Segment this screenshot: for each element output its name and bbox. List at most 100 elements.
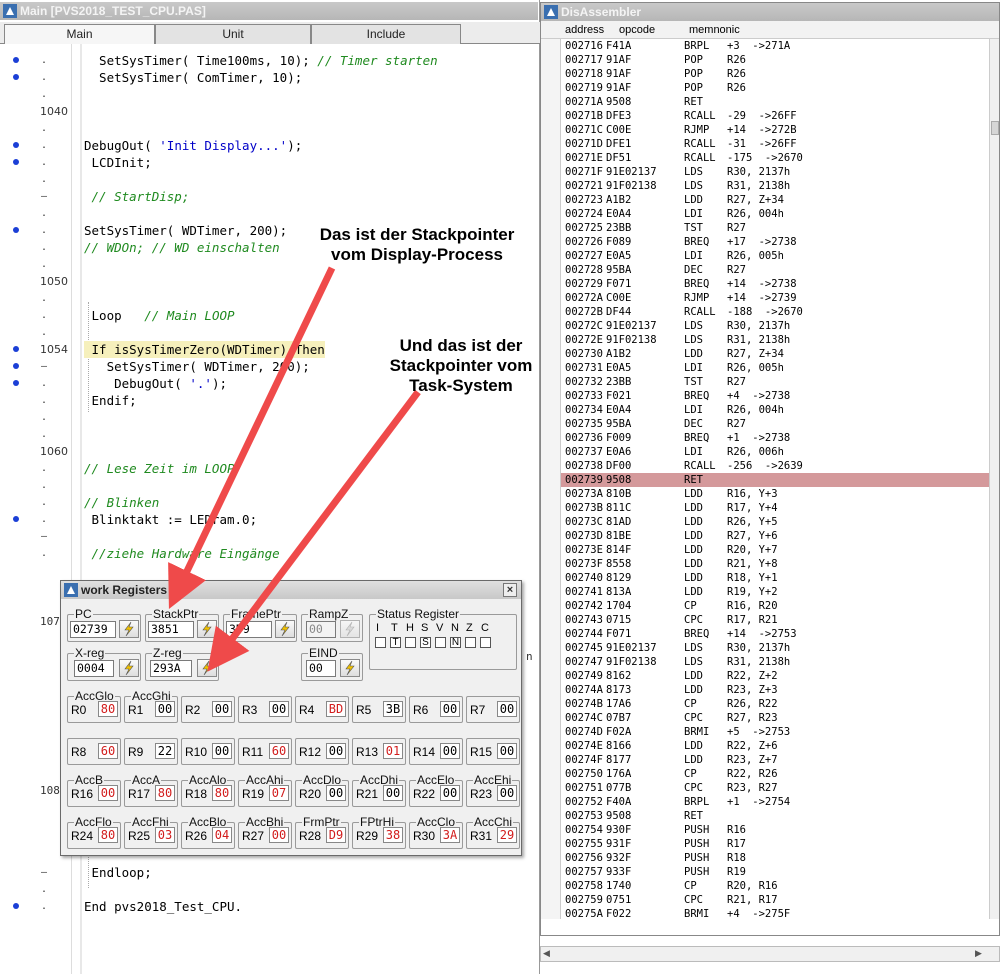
disasm-row[interactable]: 00271D DFE1 RCALL -31 ->26FF xyxy=(561,137,989,151)
disasm-row[interactable]: 00271A 9508 RET xyxy=(561,95,989,109)
code-line[interactable]: . SetSysTimer( Time100ms, 10); // Timer … xyxy=(0,52,540,69)
disasm-row[interactable]: 00271B DFE3 RCALL -29 ->26FF xyxy=(561,109,989,123)
register-value[interactable]: 80 xyxy=(212,785,232,801)
xreg-value[interactable]: 0004 xyxy=(74,660,114,677)
status-flag-checkbox[interactable]: S xyxy=(420,637,431,648)
disasm-row[interactable]: 002745 91E02137 LDS R30, 2137h xyxy=(561,641,989,655)
register-value[interactable]: 80 xyxy=(155,785,175,801)
disasm-row[interactable]: 002729 F071 BREQ +14 ->2738 xyxy=(561,277,989,291)
disasm-row[interactable]: 00274E 8166 LDD R22, Z+6 xyxy=(561,739,989,753)
code-line[interactable]: – Endloop; xyxy=(0,864,540,881)
register-value[interactable]: 29 xyxy=(497,827,517,843)
code-line[interactable]: . DebugOut( 'Init Display...'); xyxy=(0,137,540,154)
disasm-row[interactable]: 002725 23BB TST R27 xyxy=(561,221,989,235)
breakpoint-dot[interactable] xyxy=(13,346,19,352)
disasm-row[interactable]: 002730 A1B2 LDD R27, Z+34 xyxy=(561,347,989,361)
disasm-row[interactable]: 002718 91AF POP R26 xyxy=(561,67,989,81)
disasm-row[interactable]: 00273C 81AD LDD R26, Y+5 xyxy=(561,515,989,529)
code-line[interactable]: 1040 xyxy=(0,103,540,120)
disasm-row[interactable]: 002759 0751 CPC R21, R17 xyxy=(561,893,989,907)
disasm-row[interactable]: 002738 DF00 RCALL -256 ->2639 xyxy=(561,459,989,473)
code-line[interactable]: . //ziehe Hardware Eingänge xyxy=(0,545,540,562)
register-value[interactable]: 80 xyxy=(98,701,118,717)
disasm-row[interactable]: 002731 E0A5 LDI R26, 005h xyxy=(561,361,989,375)
disasm-row[interactable]: 002744 F071 BREQ +14 ->2753 xyxy=(561,627,989,641)
lightning-icon[interactable] xyxy=(119,659,139,677)
disasm-row[interactable]: 002742 1704 CP R16, R20 xyxy=(561,599,989,613)
register-value[interactable]: BD xyxy=(326,701,346,717)
registers-titlebar[interactable]: work Registers × xyxy=(61,581,521,599)
breakpoint-dot[interactable] xyxy=(13,142,19,148)
code-line[interactable]: – // StartDisp; xyxy=(0,188,540,205)
disasm-row[interactable]: 002716 F41A BRPL +3 ->271A xyxy=(561,39,989,53)
register-value[interactable]: 00 xyxy=(269,827,289,843)
horizontal-scrollbar[interactable]: ◀ ▶ xyxy=(540,946,1000,962)
breakpoint-dot[interactable] xyxy=(13,380,19,386)
code-line[interactable]: . End pvs2018_Test_CPU. xyxy=(0,898,540,915)
code-line[interactable]: – xyxy=(0,528,540,545)
disasm-row[interactable]: 002724 E0A4 LDI R26, 004h xyxy=(561,207,989,221)
lightning-icon[interactable] xyxy=(340,659,360,677)
frameptr-value[interactable]: 3D9 xyxy=(226,621,272,638)
register-value[interactable]: 3A xyxy=(440,827,460,843)
register-value[interactable]: 01 xyxy=(383,743,403,759)
disasm-row[interactable]: 00272B DF44 RCALL -188 ->2670 xyxy=(561,305,989,319)
tab-main[interactable]: Main xyxy=(4,24,155,44)
disasm-row[interactable]: 002741 813A LDD R19, Y+2 xyxy=(561,585,989,599)
main-window-titlebar[interactable]: Main [PVS2018_TEST_CPU.PAS] xyxy=(0,2,538,20)
disasm-row[interactable]: 002747 91F02138 LDS R31, 2138h xyxy=(561,655,989,669)
register-value[interactable]: 00 xyxy=(212,743,232,759)
disasm-row[interactable]: 002739 9508 RET xyxy=(561,473,989,487)
code-line[interactable]: . xyxy=(0,86,540,103)
disasm-row[interactable]: 002740 8129 LDD R18, Y+1 xyxy=(561,571,989,585)
status-flag-checkbox[interactable]: T xyxy=(390,637,401,648)
disasm-row[interactable]: 00274C 07B7 CPC R27, R23 xyxy=(561,711,989,725)
disasm-row[interactable]: 002754 930F PUSH R16 xyxy=(561,823,989,837)
register-value[interactable]: 00 xyxy=(497,701,517,717)
register-value[interactable]: 07 xyxy=(269,785,289,801)
code-line[interactable]: . // Lese Zeit im LOOP xyxy=(0,460,540,477)
code-line[interactable]: . LCDInit; xyxy=(0,154,540,171)
disasm-row[interactable]: 002753 9508 RET xyxy=(561,809,989,823)
disasm-row[interactable]: 00273F 8558 LDD R21, Y+8 xyxy=(561,557,989,571)
code-line[interactable]: . xyxy=(0,290,540,307)
disasm-row[interactable]: 00273D 81BE LDD R27, Y+6 xyxy=(561,529,989,543)
register-value[interactable]: 00 xyxy=(269,701,289,717)
status-flag-checkbox[interactable] xyxy=(375,637,386,648)
close-icon[interactable]: × xyxy=(503,583,517,597)
scroll-thumb[interactable] xyxy=(991,121,999,135)
register-value[interactable]: 60 xyxy=(269,743,289,759)
disassembler-list[interactable]: 002716 F41A BRPL +3 ->271A 002717 91AF POP R26 0… xyxy=(561,39,989,921)
status-flag-checkbox[interactable] xyxy=(465,637,476,648)
disasm-row[interactable]: 002734 E0A4 LDI R26, 004h xyxy=(561,403,989,417)
scroll-right-icon[interactable]: ▶ xyxy=(975,949,985,959)
code-line[interactable]: . xyxy=(0,120,540,137)
disasm-row[interactable]: 00275A F022 BRMI +4 ->275F xyxy=(561,907,989,921)
disasm-row[interactable]: 00271C C00E RJMP +14 ->272B xyxy=(561,123,989,137)
disasm-row[interactable]: 00274A 8173 LDD R23, Z+3 xyxy=(561,683,989,697)
tab-include[interactable]: Include xyxy=(311,24,461,44)
lightning-icon[interactable] xyxy=(119,620,139,638)
code-line[interactable]: . // Blinken xyxy=(0,494,540,511)
register-value[interactable]: 00 xyxy=(155,701,175,717)
disasm-row[interactable]: 00274B 17A6 CP R26, R22 xyxy=(561,697,989,711)
breakpoint-dot[interactable] xyxy=(13,74,19,80)
register-value[interactable]: 00 xyxy=(440,743,460,759)
disasm-row[interactable]: 00273E 814F LDD R20, Y+7 xyxy=(561,543,989,557)
disasm-row[interactable]: 00274F 8177 LDD R23, Z+7 xyxy=(561,753,989,767)
disasm-row[interactable]: 00273B 811C LDD R17, Y+4 xyxy=(561,501,989,515)
code-line[interactable]: . Loop // Main LOOP xyxy=(0,307,540,324)
register-value[interactable]: 00 xyxy=(383,785,403,801)
disasm-row[interactable]: 002757 933F PUSH R19 xyxy=(561,865,989,879)
register-value[interactable]: D9 xyxy=(326,827,346,843)
status-flag-checkbox[interactable]: N xyxy=(450,637,461,648)
disasm-row[interactable]: 00271E DF51 RCALL -175 ->2670 xyxy=(561,151,989,165)
status-flag-checkbox[interactable] xyxy=(480,637,491,648)
disasm-row[interactable]: 002736 F009 BREQ +1 ->2738 xyxy=(561,431,989,445)
breakpoint-dot[interactable] xyxy=(13,57,19,63)
zreg-value[interactable]: 293A xyxy=(150,660,192,677)
register-value[interactable]: 00 xyxy=(326,743,346,759)
disasm-row[interactable]: 00274D F02A BRMI +5 ->2753 xyxy=(561,725,989,739)
disasm-row[interactable]: 002733 F021 BREQ +4 ->2738 xyxy=(561,389,989,403)
code-line[interactable]: . xyxy=(0,426,540,443)
